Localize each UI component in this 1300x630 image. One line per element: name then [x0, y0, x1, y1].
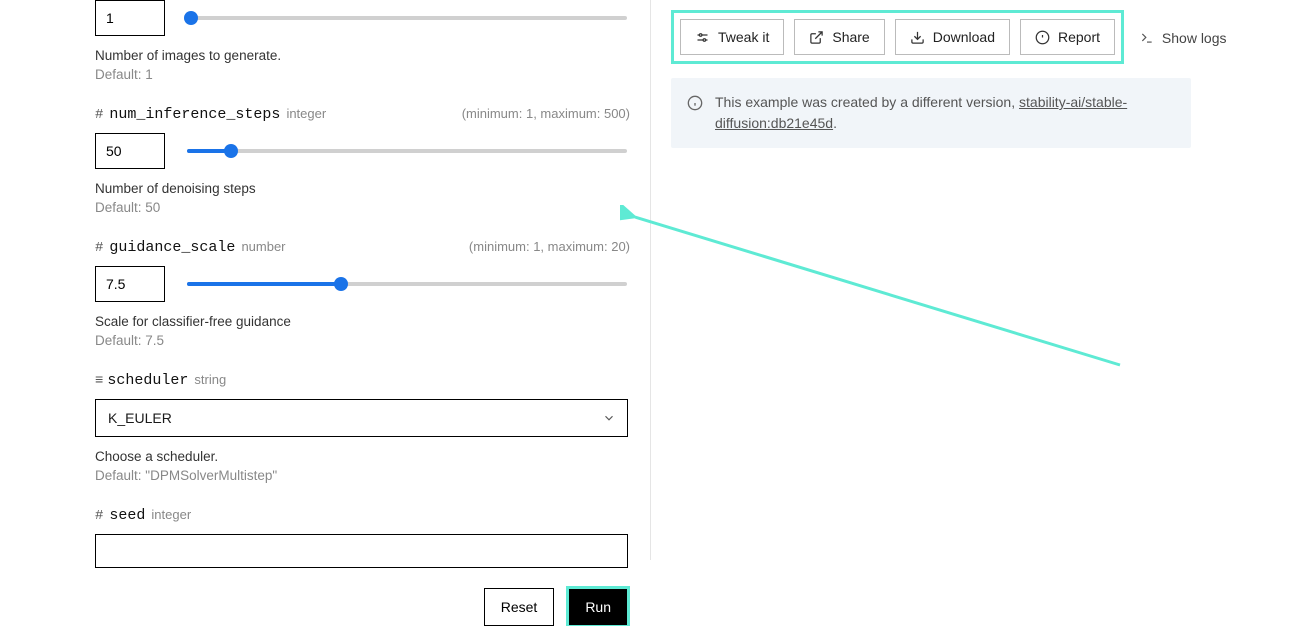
- num-outputs-slider[interactable]: [187, 15, 627, 21]
- field-constraints: (minimum: 1, maximum: 20): [469, 239, 630, 254]
- download-label: Download: [933, 29, 995, 45]
- info-icon: [687, 95, 703, 111]
- field-guidance-scale: # guidance_scale number (minimum: 1, max…: [95, 239, 630, 348]
- hash-icon: #: [95, 240, 103, 256]
- scheduler-default: Default: "DPMSolverMultistep": [95, 468, 630, 483]
- hash-icon: #: [95, 508, 103, 524]
- scheduler-select[interactable]: K_EULER: [95, 399, 628, 437]
- scheduler-help: Choose a scheduler.: [95, 449, 630, 464]
- field-type: integer: [151, 507, 191, 522]
- info-box: This example was created by a different …: [671, 78, 1191, 148]
- guidance-scale-input[interactable]: [95, 266, 165, 302]
- field-type: number: [241, 239, 285, 254]
- tweak-label: Tweak it: [718, 29, 769, 45]
- guidance-scale-slider[interactable]: [187, 281, 627, 287]
- num-inference-steps-default: Default: 50: [95, 200, 630, 215]
- num-outputs-help: Number of images to generate.: [95, 48, 630, 63]
- scheduler-value: K_EULER: [108, 410, 172, 426]
- guidance-scale-default: Default: 7.5: [95, 333, 630, 348]
- run-button[interactable]: Run: [568, 588, 628, 626]
- num-inference-steps-input[interactable]: [95, 133, 165, 169]
- share-button[interactable]: Share: [794, 19, 884, 55]
- num-inference-steps-slider[interactable]: [187, 148, 627, 154]
- tweak-button[interactable]: Tweak it: [680, 19, 784, 55]
- report-button[interactable]: Report: [1020, 19, 1115, 55]
- num-outputs-default: Default: 1: [95, 67, 630, 82]
- terminal-icon: [1140, 31, 1154, 45]
- reset-button[interactable]: Reset: [484, 588, 555, 626]
- field-num-outputs: Number of images to generate. Default: 1: [95, 0, 630, 82]
- share-icon: [809, 30, 824, 45]
- field-type: string: [194, 372, 226, 387]
- download-button[interactable]: Download: [895, 19, 1010, 55]
- field-num-inference-steps: # num_inference_steps integer (minimum: …: [95, 106, 630, 215]
- field-seed: # seed integer: [95, 507, 630, 568]
- alert-icon: [1035, 30, 1050, 45]
- field-constraints: (minimum: 1, maximum: 500): [462, 106, 630, 121]
- field-name: guidance_scale: [109, 239, 235, 256]
- info-text: This example was created by a different …: [715, 92, 1175, 134]
- sliders-icon: [695, 30, 710, 45]
- share-label: Share: [832, 29, 869, 45]
- field-scheduler: ≡ scheduler string K_EULER Choose a sche…: [95, 372, 630, 483]
- list-icon: ≡: [95, 373, 101, 389]
- report-label: Report: [1058, 29, 1100, 45]
- field-type: integer: [286, 106, 326, 121]
- show-logs-toggle[interactable]: Show logs: [1140, 30, 1227, 46]
- show-logs-label: Show logs: [1162, 30, 1227, 46]
- field-name: scheduler: [107, 372, 188, 389]
- download-icon: [910, 30, 925, 45]
- num-inference-steps-help: Number of denoising steps: [95, 181, 630, 196]
- field-name: num_inference_steps: [109, 106, 280, 123]
- seed-input[interactable]: [95, 534, 628, 568]
- action-bar: Tweak it Share Download Report: [671, 10, 1124, 64]
- hash-icon: #: [95, 107, 103, 123]
- field-name: seed: [109, 507, 145, 524]
- num-outputs-input[interactable]: [95, 0, 165, 36]
- guidance-scale-help: Scale for classifier-free guidance: [95, 314, 630, 329]
